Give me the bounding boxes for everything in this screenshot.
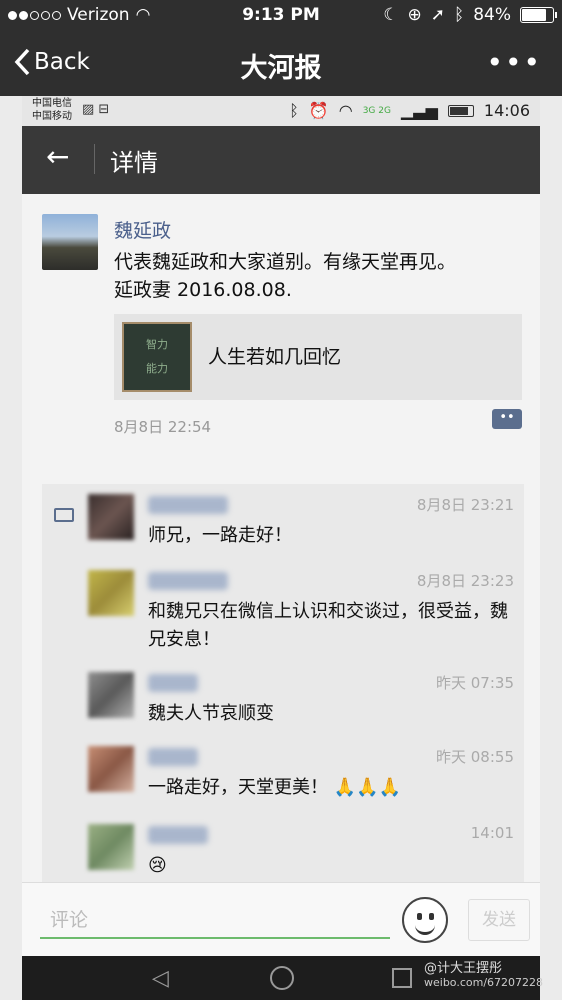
inner-status-bar: 中国电信 中国移动 ▨ ⊟ ᛒ ⏰ ◠ 3G 2G ▁▃▅ 14:06 — [22, 96, 540, 126]
link-title: 人生若如几回忆 — [208, 346, 342, 368]
post-author: 魏延政 — [114, 220, 172, 242]
nav-bar: Back 大河报 ••• — [0, 32, 562, 96]
avatar — [88, 570, 134, 616]
lock-rotation-icon: ⊕ — [407, 5, 422, 25]
inner-signal-icon: ▁▃▅ — [400, 101, 438, 120]
comment-time: 8月8日 23:21 — [416, 496, 514, 514]
comment-time: 14:01 — [470, 824, 514, 842]
comment-author — [148, 826, 208, 844]
cry-emoji-icon: 😢 — [148, 855, 167, 876]
inner-bluetooth-icon: ᛒ — [289, 101, 299, 120]
inner-status-right: ᛒ ⏰ ◠ 3G 2G ▁▃▅ 14:06 — [289, 101, 530, 120]
inner-back-arrow-icon: ← — [46, 140, 70, 173]
embedded-screenshot: 中国电信 中国移动 ▨ ⊟ ᛒ ⏰ ◠ 3G 2G ▁▃▅ 14:06 ← 详情… — [0, 96, 562, 1000]
comment-input-bar: 评论 发送 — [22, 882, 540, 956]
moon-icon: ☾ — [383, 5, 399, 25]
post-text: 代表魏延政和大家道别。有缘天堂再见。 延政妻 2016.08.08. — [114, 251, 457, 301]
comment-author — [148, 674, 198, 692]
ios-status-bar: Verizon ◠ 9:13 PM ☾ ⊕ ➚ ᛒ 84% — [0, 0, 562, 32]
bluetooth-icon: ᛒ — [454, 5, 465, 25]
comment-input[interactable]: 评论 — [40, 899, 390, 939]
avatar — [88, 672, 134, 718]
link-thumbnail: 智力 能力 — [122, 322, 192, 392]
android-home-icon[interactable] — [270, 966, 294, 990]
post-time: 8月8日 22:54 — [114, 418, 212, 436]
moment-detail: 魏延政 代表魏延政和大家道别。有缘天堂再见。 延政妻 2016.08.08. 智… — [22, 194, 544, 1000]
battery-icon — [520, 7, 557, 23]
inner-time: 14:06 — [483, 101, 530, 120]
comment-time: 昨天 07:35 — [436, 674, 514, 692]
pray-emoji-icon: 🙏🙏🙏 — [333, 777, 401, 798]
comment-author — [148, 572, 228, 590]
emoji-button[interactable] — [402, 897, 448, 943]
comment-time: 昨天 08:55 — [436, 748, 514, 766]
avatar — [42, 214, 98, 270]
inner-nav-title: 详情 — [110, 149, 158, 177]
comment-author — [148, 496, 228, 514]
send-button[interactable]: 发送 — [468, 899, 530, 941]
inner-carrier: 中国电信 中国移动 — [32, 98, 72, 122]
android-recent-icon[interactable] — [392, 968, 412, 988]
inner-nav-bar: ← 详情 — [22, 126, 540, 194]
more-button[interactable]: ••• — [486, 46, 542, 79]
comment-action-button: •• — [492, 409, 522, 429]
inner-notification-icons: ▨ ⊟ — [82, 102, 110, 117]
nav-divider — [94, 144, 95, 174]
comment-text: 😢 — [148, 852, 518, 880]
comment-icon — [54, 508, 74, 522]
location-icon: ➚ — [430, 5, 445, 25]
comment-text: 魏夫人节哀顺变 — [148, 703, 274, 724]
comment-time: 8月8日 23:23 — [416, 572, 514, 590]
avatar — [88, 494, 134, 540]
comment-text: 师兄，一路走好！ — [148, 525, 292, 546]
comment-author — [148, 748, 198, 766]
status-right: ☾ ⊕ ➚ ᛒ 84% — [383, 5, 557, 25]
inner-alarm-icon: ⏰ — [308, 101, 329, 120]
avatar — [88, 746, 134, 792]
inner-wifi-icon: ◠ — [338, 101, 353, 120]
avatar — [88, 824, 134, 870]
shared-link-card: 智力 能力 人生若如几回忆 — [114, 314, 522, 400]
comment-text: 和魏兄只在微信上认识和交谈过，很受益，魏兄安息！ — [148, 601, 508, 650]
comments-list: 8月8日 23:21 师兄，一路走好！ 8月8日 23:23 和魏兄只在微信上认… — [42, 484, 524, 884]
watermark: @计大王摆彤 weibo.com/67207228 — [424, 961, 544, 990]
comment-text: 一路走好，天堂更美！ 🙏🙏🙏 — [148, 774, 518, 802]
inner-battery-icon — [447, 104, 474, 117]
android-back-icon[interactable]: ◁ — [152, 966, 169, 991]
nav-title: 大河报 — [240, 53, 322, 84]
inner-network: 3G 2G — [362, 105, 391, 116]
android-nav-bar: ◁ @计大王摆彤 weibo.com/67207228 — [22, 956, 544, 1000]
battery-percent: 84% — [473, 5, 511, 25]
